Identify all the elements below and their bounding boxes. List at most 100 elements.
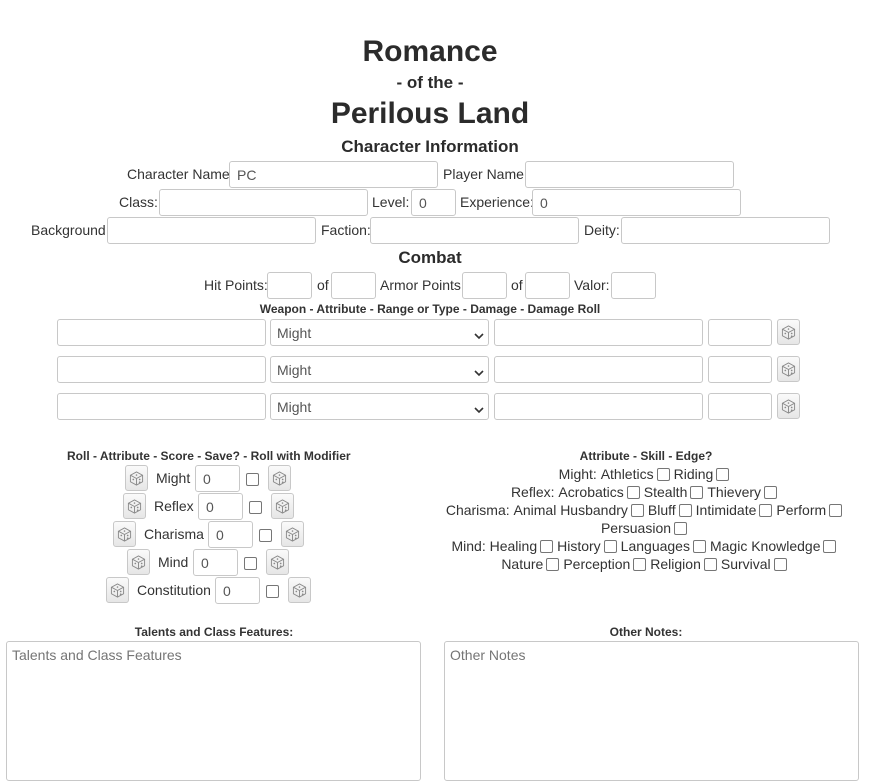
- skill-label: Perform: [776, 502, 827, 518]
- skill-label: Survival: [720, 556, 771, 572]
- attribute-score-input[interactable]: [193, 549, 238, 576]
- attribute-name-label: Charisma: [144, 526, 204, 542]
- attribute-roll-button[interactable]: [106, 577, 129, 603]
- experience-input[interactable]: [532, 189, 741, 216]
- attribute-save-checkbox[interactable]: [249, 501, 262, 514]
- skill-edge-checkbox[interactable]: [692, 539, 706, 553]
- skill-label: Athletics: [600, 466, 654, 482]
- talents-textarea[interactable]: [6, 641, 421, 781]
- deity-label: Deity:: [584, 222, 620, 238]
- section-combat: Combat: [398, 248, 462, 267]
- background-input[interactable]: [107, 217, 316, 244]
- skill-edge-checkbox[interactable]: [678, 503, 692, 517]
- attribute-score-input[interactable]: [208, 521, 253, 548]
- dice-icon: [270, 554, 285, 570]
- skill-edge-checkbox[interactable]: [773, 557, 787, 571]
- armor-points-current-input[interactable]: [462, 272, 507, 299]
- skill-edge-checkbox[interactable]: [603, 539, 617, 553]
- valor-input[interactable]: [611, 272, 656, 299]
- dice-icon: [292, 582, 307, 598]
- level-input[interactable]: [411, 189, 456, 216]
- hit-points-current-input[interactable]: [267, 272, 312, 299]
- deity-input[interactable]: [621, 217, 830, 244]
- weapon-range-input[interactable]: [494, 393, 703, 420]
- damage-roll-button[interactable]: [777, 319, 800, 345]
- skill-label: Thievery: [707, 484, 762, 500]
- attribute-score-input[interactable]: [198, 493, 243, 520]
- weapon-name-input[interactable]: [57, 356, 266, 383]
- dice-icon: [129, 470, 144, 486]
- hit-points-label: Hit Points:: [204, 277, 268, 293]
- attribute-roll-button[interactable]: [113, 521, 136, 547]
- skill-edge-checkbox[interactable]: [630, 503, 644, 517]
- hit-points-max-input[interactable]: [331, 272, 376, 299]
- skill-edge-checkbox[interactable]: [764, 485, 778, 499]
- skill-edge-checkbox[interactable]: [690, 485, 704, 499]
- skill-label: Languages: [620, 538, 690, 554]
- attribute-score-input[interactable]: [195, 465, 240, 492]
- background-label: Background:: [31, 222, 110, 238]
- armor-points-max-input[interactable]: [525, 272, 570, 299]
- skill-label: Healing: [489, 538, 538, 554]
- attribute-modifier-roll-button[interactable]: [268, 465, 291, 491]
- skill-label: Religion: [650, 556, 701, 572]
- weapon-attribute-select[interactable]: MightReflexCharismaMindConstitution: [270, 356, 489, 383]
- skill-attribute-label: Might:: [558, 466, 597, 482]
- faction-input[interactable]: [370, 217, 579, 244]
- skill-edge-checkbox[interactable]: [656, 467, 670, 481]
- attribute-roll-button[interactable]: [125, 465, 148, 491]
- skill-edge-checkbox[interactable]: [626, 485, 640, 499]
- weapon-range-input[interactable]: [494, 319, 703, 346]
- skill-line: Charisma: Animal Husbandry Bluff Intimidat…: [440, 502, 852, 518]
- weapon-damage-input[interactable]: [708, 319, 772, 346]
- character-name-label: Character Name:: [127, 166, 234, 182]
- skill-edge-checkbox[interactable]: [546, 557, 560, 571]
- skill-edge-checkbox[interactable]: [829, 503, 843, 517]
- skill-edge-checkbox[interactable]: [674, 521, 688, 535]
- attribute-score-input[interactable]: [215, 577, 260, 604]
- skill-label: Persuasion: [600, 520, 672, 536]
- other-notes-textarea[interactable]: [444, 641, 859, 781]
- talents-label: Talents and Class Features:: [134, 625, 294, 639]
- skill-edge-checkbox[interactable]: [540, 539, 554, 553]
- weapon-damage-input[interactable]: [708, 393, 772, 420]
- player-name-input[interactable]: [525, 161, 734, 188]
- skill-label: Acrobatics: [558, 484, 624, 500]
- valor-label: Valor:: [574, 277, 610, 293]
- weapon-attribute-select[interactable]: MightReflexCharismaMindConstitution: [270, 319, 489, 346]
- skill-edge-checkbox[interactable]: [823, 539, 837, 553]
- skill-edge-checkbox[interactable]: [716, 467, 730, 481]
- character-name-input[interactable]: [229, 161, 438, 188]
- skill-line: Might: Athletics Riding: [440, 466, 852, 482]
- skill-label: Nature: [501, 556, 544, 572]
- dice-icon: [275, 498, 290, 514]
- skill-edge-checkbox[interactable]: [703, 557, 717, 571]
- attribute-roll-button[interactable]: [123, 493, 146, 519]
- damage-roll-button[interactable]: [777, 356, 800, 382]
- weapon-name-input[interactable]: [57, 393, 266, 420]
- attribute-save-checkbox[interactable]: [244, 557, 257, 570]
- damage-roll-button[interactable]: [777, 393, 800, 419]
- attribute-save-checkbox[interactable]: [266, 585, 279, 598]
- class-input[interactable]: [159, 189, 368, 216]
- skill-line: Mind: Healing History Languages Magic Knowl…: [440, 538, 852, 554]
- skill-edge-checkbox[interactable]: [633, 557, 647, 571]
- attribute-save-checkbox[interactable]: [259, 529, 272, 542]
- attribute-modifier-roll-button[interactable]: [271, 493, 294, 519]
- attribute-roll-button[interactable]: [127, 549, 150, 575]
- skill-label: Stealth: [643, 484, 688, 500]
- attribute-save-checkbox[interactable]: [246, 473, 259, 486]
- attribute-modifier-roll-button[interactable]: [281, 521, 304, 547]
- dice-icon: [285, 526, 300, 542]
- weapon-range-input[interactable]: [494, 356, 703, 383]
- attribute-name-label: Constitution: [137, 582, 211, 598]
- attribute-modifier-roll-button[interactable]: [288, 577, 311, 603]
- weapon-name-input[interactable]: [57, 319, 266, 346]
- attributes-header: Roll - Attribute - Score - Save? - Roll …: [67, 449, 351, 463]
- attribute-modifier-roll-button[interactable]: [266, 549, 289, 575]
- weapon-attribute-select[interactable]: MightReflexCharismaMindConstitution: [270, 393, 489, 420]
- skill-edge-checkbox[interactable]: [759, 503, 773, 517]
- skill-line: Reflex: Acrobatics Stealth Thievery: [440, 484, 852, 500]
- weapon-damage-input[interactable]: [708, 356, 772, 383]
- dice-icon: [127, 498, 142, 514]
